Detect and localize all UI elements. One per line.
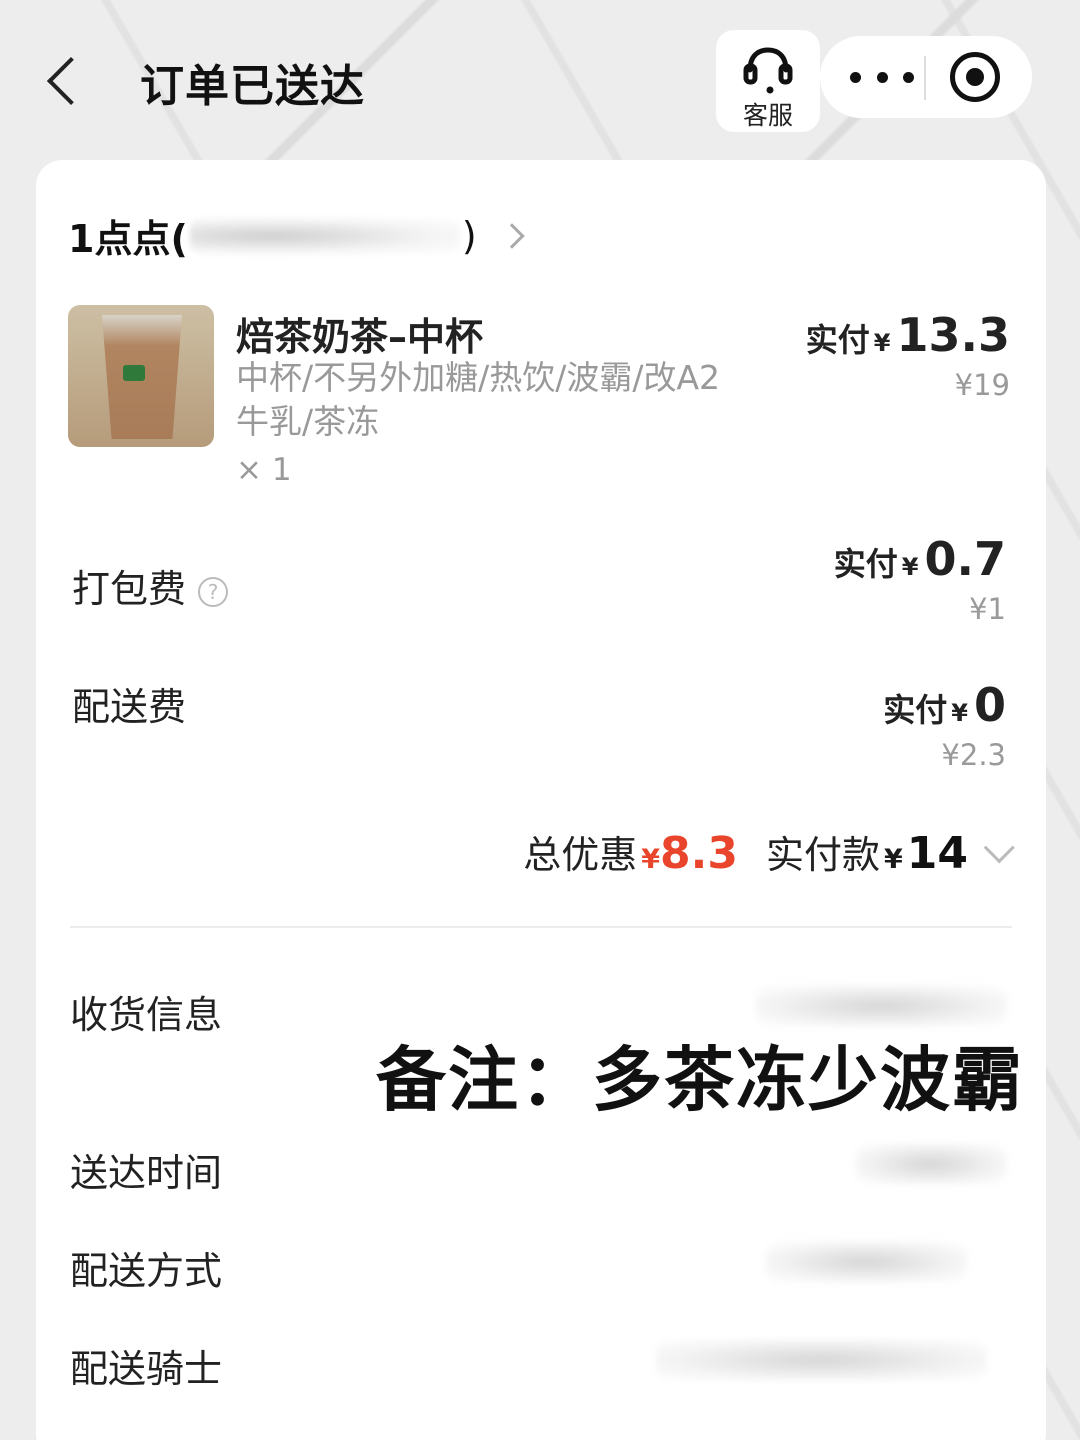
chevron-down-icon[interactable]: [983, 831, 1015, 863]
capsule-divider: [924, 56, 926, 100]
packing-fee-price: 实付 ¥0.7 ¥1: [834, 532, 1006, 626]
product-image: [68, 305, 214, 447]
receive-info-redacted: [756, 986, 1006, 1026]
paid-amount: 0.7: [924, 532, 1007, 586]
total-yen: ¥: [883, 844, 903, 875]
chevron-right-icon: [498, 222, 525, 249]
overlay-caption: 备注：多茶冻少波霸: [376, 1039, 1024, 1121]
packing-fee-label: 打包费?: [72, 558, 229, 613]
delivery-method-label: 配送方式: [70, 1249, 223, 1293]
packing-fee-text: 打包费: [72, 567, 187, 611]
original-price: ¥2.3: [941, 738, 1006, 772]
product-quantity: × 1: [236, 452, 292, 488]
delivery-method-redacted: [766, 1242, 966, 1282]
product-spec: 中杯/不另外加糖/热饮/波霸/改A2牛乳/茶冻: [236, 358, 721, 441]
order-total-row[interactable]: 总优惠 ¥ 8.3 实付款 ¥ 14: [523, 824, 1015, 879]
customer-service-label: 客服: [742, 101, 793, 130]
help-icon[interactable]: ?: [198, 576, 229, 607]
original-price: ¥19: [954, 368, 1010, 402]
order-card: 1点点( ) 焙茶奶茶–中杯 中杯/不另外加糖/热饮/波霸/改A2牛乳/茶冻 ×…: [36, 160, 1046, 1440]
delivery-time-label: 送达时间: [70, 1151, 223, 1195]
shop-close-paren: ): [461, 213, 477, 258]
shop-name: 1点点(: [68, 217, 188, 261]
paid-label: 实付: [805, 321, 870, 359]
target-icon[interactable]: [950, 52, 1000, 102]
shop-link[interactable]: 1点点( ): [68, 208, 525, 263]
yen-symbol: ¥: [951, 699, 968, 727]
total-label: 实付款: [765, 833, 880, 877]
top-bar: 订单已送达 客服: [0, 0, 1080, 150]
rider-redacted: [656, 1340, 986, 1380]
product-price: 实付 ¥13.3 ¥19: [806, 308, 1010, 402]
delivery-fee-price: 实付 ¥0 ¥2.3: [883, 678, 1006, 772]
yen-symbol: ¥: [873, 329, 891, 357]
product-name: 焙茶奶茶–中杯: [236, 315, 484, 359]
chevron-left-icon[interactable]: [40, 50, 90, 106]
more-dots-icon[interactable]: [850, 36, 914, 118]
delivery-time-redacted: [856, 1144, 1006, 1184]
discount-yen: ¥: [641, 844, 660, 875]
paid-amount: 13.3: [896, 308, 1011, 362]
rider-label: 配送骑士: [70, 1347, 223, 1391]
delivery-fee-label: 配送费: [72, 685, 187, 729]
page-title: 订单已送达: [140, 61, 365, 112]
headset-icon: [743, 47, 793, 94]
discount-label: 总优惠: [523, 833, 638, 877]
customer-service-button[interactable]: 客服: [716, 30, 820, 132]
section-divider: [70, 926, 1012, 928]
mini-program-capsule: [820, 36, 1032, 118]
paid-label: 实付: [833, 545, 898, 583]
discount-amount: 8.3: [660, 828, 738, 879]
receive-info-label: 收货信息: [70, 993, 223, 1037]
shop-branch-redacted: [189, 217, 460, 254]
original-price: ¥1: [969, 592, 1006, 626]
paid-label: 实付: [883, 691, 948, 729]
paid-amount: 0: [973, 678, 1006, 732]
brand-logo: [123, 365, 145, 381]
total-amount: 14: [906, 828, 968, 879]
yen-symbol: ¥: [901, 553, 919, 581]
